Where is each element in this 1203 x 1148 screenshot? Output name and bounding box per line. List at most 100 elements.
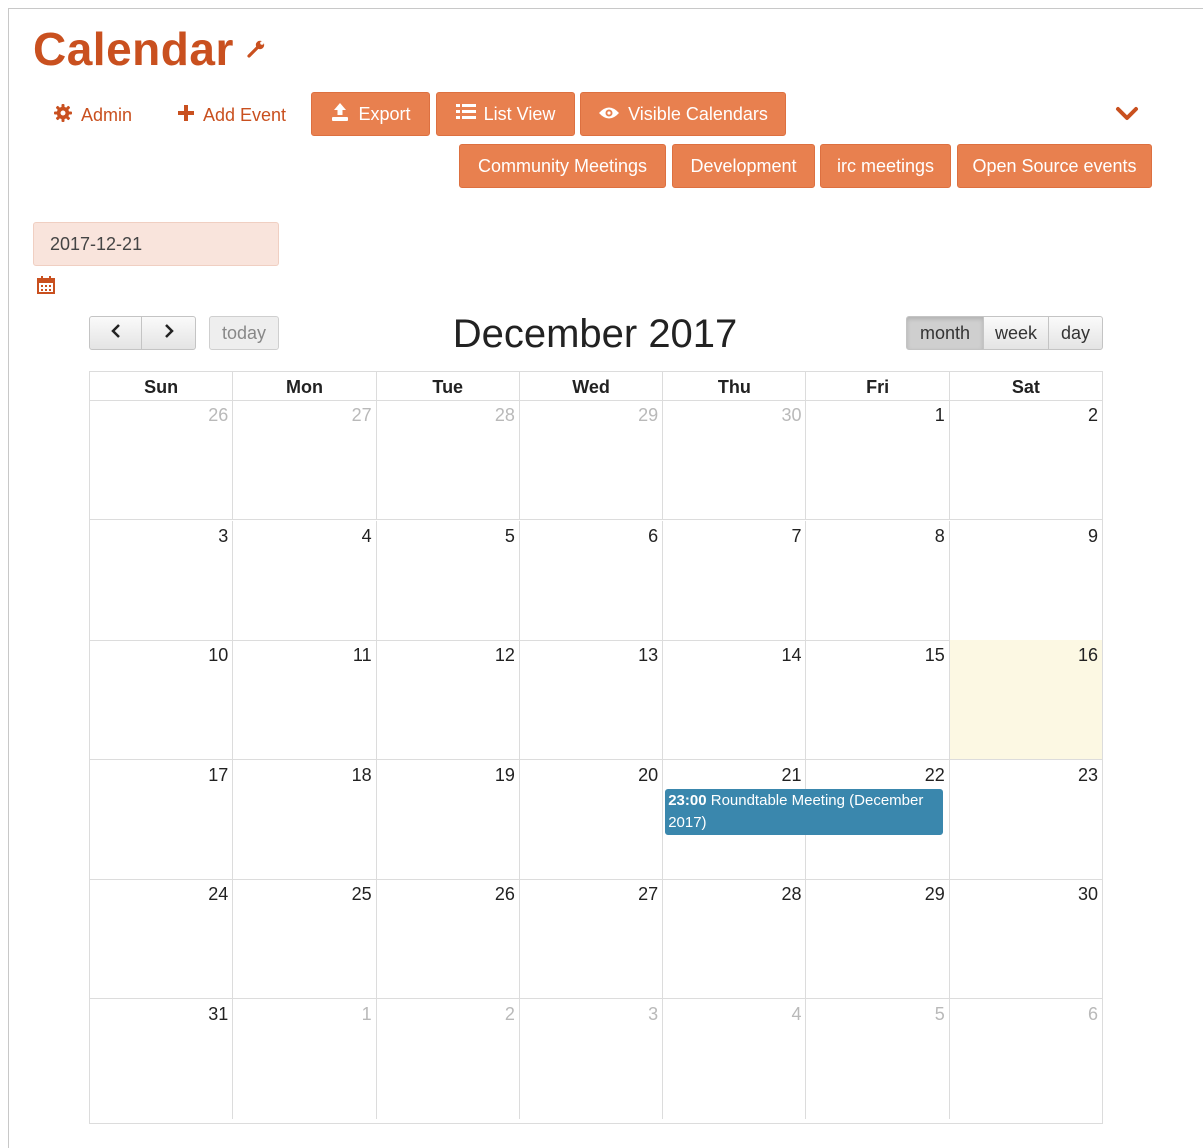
day-cell[interactable]: 6	[520, 521, 664, 640]
day-number[interactable]: 22	[925, 765, 945, 786]
day-cell[interactable]: 27	[520, 879, 664, 998]
day-cell[interactable]: 23	[950, 760, 1102, 879]
day-number[interactable]: 30	[781, 405, 801, 426]
calendar-filter-development[interactable]: Development	[672, 144, 815, 188]
calendar-event[interactable]: 23:00 Roundtable Meeting (December 2017)	[665, 789, 944, 835]
day-cell[interactable]: 1	[233, 999, 377, 1119]
day-cell[interactable]: 20	[520, 760, 664, 879]
chevron-down-icon[interactable]	[1115, 104, 1139, 129]
day-number[interactable]: 1	[362, 1004, 372, 1025]
day-number[interactable]: 21	[781, 765, 801, 786]
date-field[interactable]	[33, 222, 279, 266]
day-number[interactable]: 31	[208, 1004, 228, 1025]
day-cell[interactable]: 16	[949, 640, 1102, 759]
today-button[interactable]: today	[209, 316, 279, 350]
day-cell[interactable]: 14	[663, 640, 807, 759]
day-number[interactable]: 10	[208, 645, 228, 666]
day-number[interactable]: 4	[791, 1004, 801, 1025]
day-number[interactable]: 27	[352, 405, 372, 426]
day-cell[interactable]: 29	[807, 879, 950, 998]
day-cell[interactable]: 28	[663, 879, 807, 998]
visible-calendars-button[interactable]: Visible Calendars	[580, 92, 786, 136]
day-cell[interactable]: 3	[520, 999, 664, 1119]
day-number[interactable]: 2	[1088, 405, 1098, 426]
day-cell[interactable]: 15	[807, 640, 950, 759]
next-month-button[interactable]	[141, 316, 196, 350]
day-cell[interactable]: 28	[377, 400, 520, 519]
day-number[interactable]: 11	[353, 645, 372, 666]
day-number[interactable]: 18	[352, 765, 372, 786]
day-cell[interactable]: 5	[807, 999, 950, 1119]
calendar-icon[interactable]	[37, 276, 55, 299]
day-cell[interactable]: 27	[233, 400, 377, 519]
day-number[interactable]: 3	[218, 526, 228, 547]
day-cell[interactable]: 17	[90, 760, 234, 879]
day-number[interactable]: 2	[505, 1004, 515, 1025]
calendar-filter-irc-meetings[interactable]: irc meetings	[820, 144, 951, 188]
day-cell[interactable]: 9	[950, 521, 1102, 640]
calendar-filter-community-meetings[interactable]: Community Meetings	[459, 144, 666, 188]
day-cell[interactable]: 10	[90, 640, 234, 759]
day-cell[interactable]: 30	[950, 879, 1102, 998]
day-cell[interactable]: 18	[233, 760, 377, 879]
day-number[interactable]: 15	[925, 645, 945, 666]
day-cell[interactable]: 6	[950, 999, 1102, 1119]
day-number[interactable]: 16	[1078, 645, 1098, 666]
day-number[interactable]: 19	[495, 765, 515, 786]
day-cell[interactable]: 2	[950, 400, 1102, 519]
day-number[interactable]: 7	[791, 526, 801, 547]
day-cell[interactable]: 31	[90, 999, 234, 1119]
day-cell[interactable]: 13	[520, 640, 664, 759]
day-number[interactable]: 6	[648, 526, 658, 547]
day-cell[interactable]: 7	[663, 521, 807, 640]
day-number[interactable]: 29	[925, 884, 945, 905]
day-cell[interactable]: 24	[90, 879, 234, 998]
day-number[interactable]: 24	[208, 884, 228, 905]
add-event-link[interactable]: Add Event	[177, 100, 286, 130]
day-number[interactable]: 27	[638, 884, 658, 905]
day-number[interactable]: 20	[638, 765, 658, 786]
view-week-button[interactable]: week	[983, 316, 1049, 350]
day-cell[interactable]: 2	[377, 999, 520, 1119]
day-number[interactable]: 17	[208, 765, 228, 786]
day-cell[interactable]: 11	[233, 640, 377, 759]
day-cell[interactable]: 8	[807, 521, 950, 640]
view-month-button[interactable]: month	[906, 316, 984, 350]
day-number[interactable]: 25	[352, 884, 372, 905]
day-number[interactable]: 9	[1088, 526, 1098, 547]
day-cell[interactable]: 29	[520, 400, 664, 519]
export-button[interactable]: Export	[311, 92, 430, 136]
view-day-button[interactable]: day	[1048, 316, 1103, 350]
day-number[interactable]: 5	[935, 1004, 945, 1025]
day-number[interactable]: 26	[208, 405, 228, 426]
day-cell[interactable]: 19	[377, 760, 520, 879]
day-number[interactable]: 8	[935, 526, 945, 547]
day-number[interactable]: 26	[495, 884, 515, 905]
day-number[interactable]: 5	[505, 526, 515, 547]
day-cell[interactable]: 5	[377, 521, 520, 640]
day-number[interactable]: 13	[638, 645, 658, 666]
day-number[interactable]: 14	[781, 645, 801, 666]
prev-month-button[interactable]	[89, 316, 142, 350]
day-number[interactable]: 3	[648, 1004, 658, 1025]
day-number[interactable]: 23	[1078, 765, 1098, 786]
day-number[interactable]: 28	[781, 884, 801, 905]
day-number[interactable]: 12	[495, 645, 515, 666]
admin-link[interactable]: Admin	[53, 100, 132, 130]
calendar-filter-open-source-events[interactable]: Open Source events	[957, 144, 1152, 188]
day-cell[interactable]: 26	[90, 400, 234, 519]
day-cell[interactable]: 1	[807, 400, 950, 519]
day-number[interactable]: 1	[935, 405, 945, 426]
day-cell[interactable]: 12	[377, 640, 520, 759]
day-number[interactable]: 30	[1078, 884, 1098, 905]
day-cell[interactable]: 4	[233, 521, 377, 640]
day-cell[interactable]: 30	[663, 400, 807, 519]
day-number[interactable]: 29	[638, 405, 658, 426]
day-cell[interactable]: 26	[377, 879, 520, 998]
day-cell[interactable]: 25	[233, 879, 377, 998]
day-cell[interactable]: 3	[90, 521, 234, 640]
wrench-icon[interactable]	[246, 39, 266, 59]
day-number[interactable]: 28	[495, 405, 515, 426]
list-view-button[interactable]: List View	[436, 92, 575, 136]
day-number[interactable]: 6	[1088, 1004, 1098, 1025]
